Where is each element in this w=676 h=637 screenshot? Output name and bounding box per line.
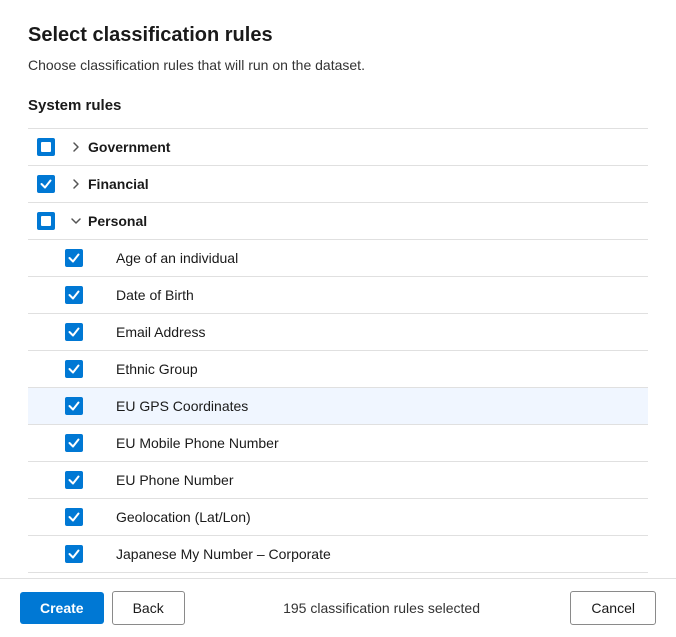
rule-label-age: Age of an individual (116, 250, 648, 266)
rule-row-eu_phone[interactable]: EU Phone Number (28, 462, 648, 499)
checkbox-email[interactable] (56, 323, 92, 341)
checkbox-government[interactable] (28, 138, 64, 156)
create-button[interactable]: Create (20, 592, 104, 624)
checkbox-eu_mobile[interactable] (56, 434, 92, 452)
section-title: System rules (28, 97, 648, 114)
rule-label-eu_mobile: EU Mobile Phone Number (116, 435, 648, 451)
checkbox-ethnic[interactable] (56, 360, 92, 378)
rule-row-dob[interactable]: Date of Birth (28, 277, 648, 314)
rule-label-government: Government (88, 139, 648, 155)
rule-label-ethnic: Ethnic Group (116, 361, 648, 377)
rule-row-eu_gps[interactable]: EU GPS Coordinates (28, 388, 648, 425)
checkbox-personal[interactable] (28, 212, 64, 230)
rule-row-personal[interactable]: Personal (28, 203, 648, 240)
rule-row-government[interactable]: Government (28, 129, 648, 166)
rule-label-jp_corporate: Japanese My Number – Corporate (116, 546, 648, 562)
expand-icon-government[interactable] (64, 141, 88, 153)
checkbox-eu_phone[interactable] (56, 471, 92, 489)
cancel-button[interactable]: Cancel (570, 591, 656, 625)
footer-status: 195 classification rules selected (193, 600, 571, 616)
rule-row-ethnic[interactable]: Ethnic Group (28, 351, 648, 388)
footer: Create Back 195 classification rules sel… (0, 578, 676, 637)
rule-row-geolocation[interactable]: Geolocation (Lat/Lon) (28, 499, 648, 536)
rule-row-eu_mobile[interactable]: EU Mobile Phone Number (28, 425, 648, 462)
checkbox-financial[interactable] (28, 175, 64, 193)
rule-label-personal: Personal (88, 213, 648, 229)
rule-label-eu_gps: EU GPS Coordinates (116, 398, 648, 414)
rule-row-jp_corporate[interactable]: Japanese My Number – Corporate (28, 536, 648, 573)
main-content: Select classification rules Choose class… (0, 0, 676, 578)
back-button[interactable]: Back (112, 591, 185, 625)
checkbox-jp_corporate[interactable] (56, 545, 92, 563)
rule-row-financial[interactable]: Financial (28, 166, 648, 203)
rule-row-email[interactable]: Email Address (28, 314, 648, 351)
checkbox-dob[interactable] (56, 286, 92, 304)
rule-label-dob: Date of Birth (116, 287, 648, 303)
rule-row-age[interactable]: Age of an individual (28, 240, 648, 277)
rules-list: Government Financial Personal Age of an ind… (28, 128, 648, 578)
rule-label-email: Email Address (116, 324, 648, 340)
expand-icon-personal[interactable] (64, 215, 88, 227)
expand-icon-financial[interactable] (64, 178, 88, 190)
rule-label-financial: Financial (88, 176, 648, 192)
rule-label-eu_phone: EU Phone Number (116, 472, 648, 488)
page-subtitle: Choose classification rules that will ru… (28, 57, 648, 73)
checkbox-geolocation[interactable] (56, 508, 92, 526)
checkbox-age[interactable] (56, 249, 92, 267)
checkbox-eu_gps[interactable] (56, 397, 92, 415)
page-title: Select classification rules (28, 24, 648, 47)
rule-label-geolocation: Geolocation (Lat/Lon) (116, 509, 648, 525)
